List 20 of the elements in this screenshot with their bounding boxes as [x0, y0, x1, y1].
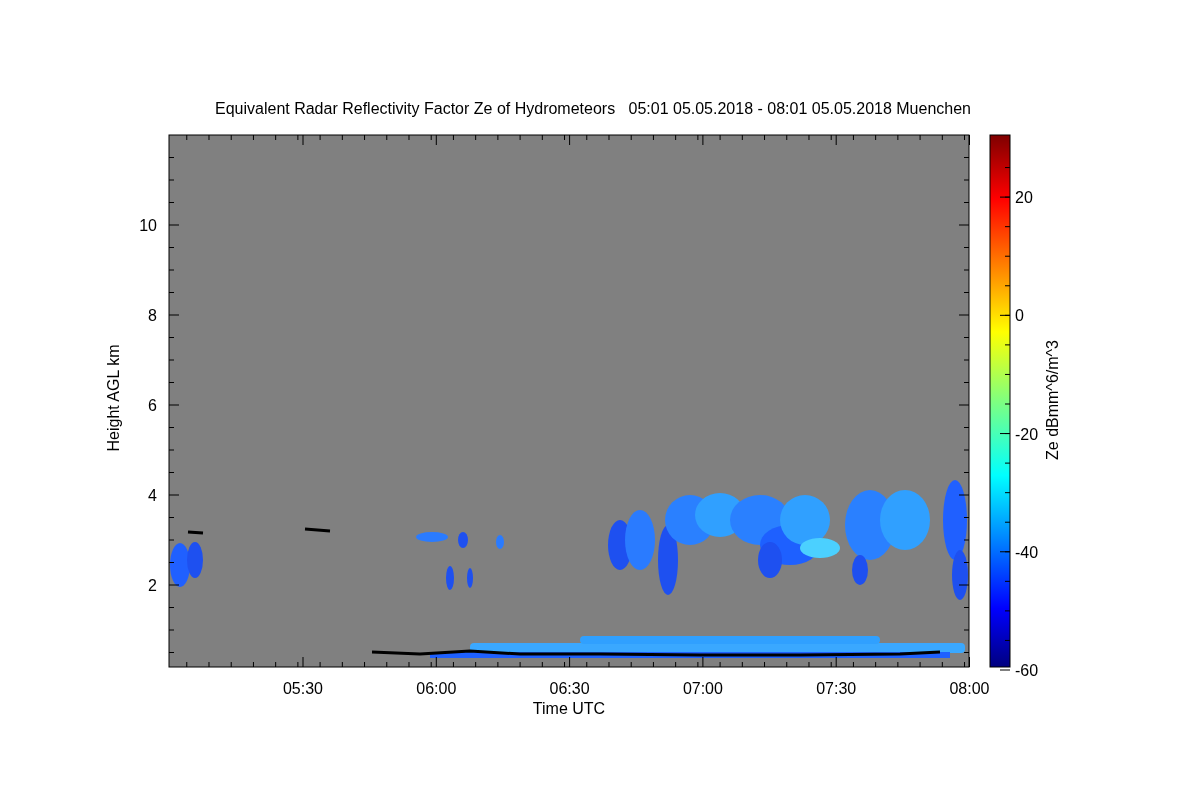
- x-axis-label: Time UTC: [532, 700, 606, 717]
- x-tick-label: 06:00: [416, 680, 457, 697]
- colorbar-tick-label: 0: [1015, 307, 1024, 325]
- chart-title: Equivalent Radar Reflectivity Factor Ze of Hydrometeors 05:01 05.05.2018 - 08:01 05.05.2018 Muenchen: [215, 100, 971, 117]
- x-tick-label: 06:30: [549, 680, 590, 697]
- colorbar-tick-label: -60: [1015, 662, 1039, 679]
- x-tick-label: 08:00: [949, 680, 990, 697]
- y-tick-label: 6: [148, 397, 157, 414]
- y-tick-label: 8: [148, 307, 157, 324]
- y-axis-label: Height AGL km: [105, 344, 122, 452]
- colorbar-label: Ze dBmm^6/m^3: [1044, 340, 1061, 460]
- x-tick-label: 05:30: [283, 680, 323, 697]
- x-tick-label: 07:30: [816, 680, 857, 697]
- colorbar-tick-label: -20: [1015, 425, 1039, 443]
- colorbar-tick-label: -40: [1015, 543, 1039, 561]
- y-tick-label: 4: [148, 487, 157, 504]
- x-tick-label: 07:00: [682, 680, 723, 697]
- colorbar-tick-label: 20: [1015, 189, 1033, 207]
- y-tick-label: 2: [148, 577, 157, 594]
- y-tick-label: 10: [139, 217, 157, 234]
